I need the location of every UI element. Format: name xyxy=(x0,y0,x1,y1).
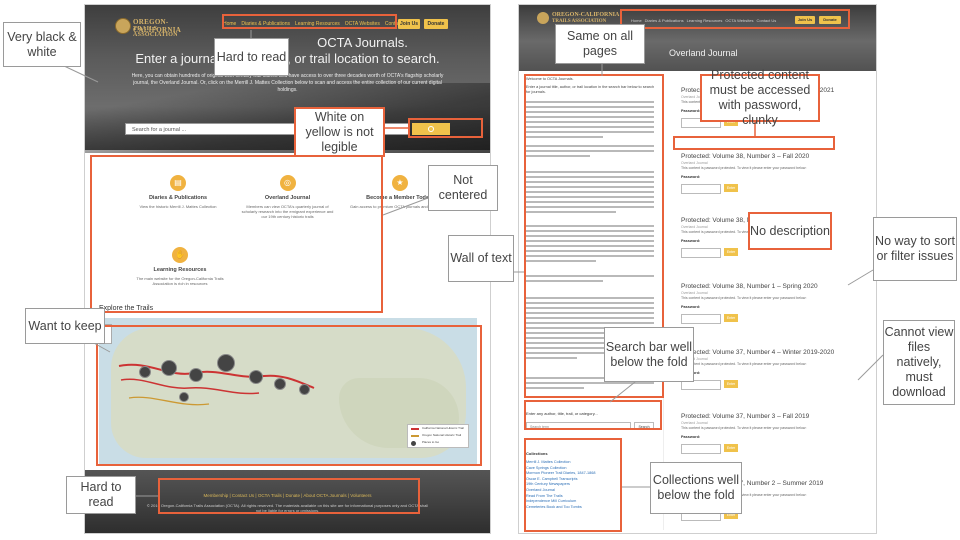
note-same-all-pages: Same on all pages xyxy=(555,24,645,64)
note-collections-below-fold: Collections well below the fold xyxy=(650,462,742,514)
password-field[interactable] xyxy=(681,313,721,324)
issue-entry: Protected: Volume 37, Number 3 – Fall 20… xyxy=(681,413,871,457)
issue-entry: Protected: Volume 38, Number 3 – Fall 20… xyxy=(681,153,871,197)
note-no-sort-filter: No way to sort or filter issues xyxy=(873,217,957,281)
password-field[interactable] xyxy=(681,247,721,258)
note-no-description: No description xyxy=(748,212,832,250)
issue-title[interactable]: Protected: Volume 37, Number 3 – Fall 20… xyxy=(681,413,871,420)
star-icon: ★ xyxy=(392,175,408,191)
seal-icon xyxy=(537,12,549,24)
note-white-on-yellow: White on yellow is not legible xyxy=(294,107,385,157)
issue-entry: Protected: Volume 37, Number 4 – Winter … xyxy=(681,349,871,393)
hero-description: Here, you can obtain hundreds of origina… xyxy=(131,73,444,93)
highlight-search-bar xyxy=(524,400,662,430)
highlight-nav xyxy=(222,14,397,29)
note-hard-to-read-footer: Hard to read xyxy=(66,476,136,514)
enter-button[interactable]: Enter xyxy=(724,183,738,192)
issue-entry: Protected: Volume 38, Number 1 – Spring … xyxy=(681,283,871,327)
issue-title[interactable]: Protected: Volume 38, Number 1 – Spring … xyxy=(681,283,871,290)
enter-button[interactable]: Enter xyxy=(724,247,738,256)
page-title: Overland Journal xyxy=(669,48,738,58)
issue-title[interactable]: Protected: Volume 38, Number 3 – Fall 20… xyxy=(681,153,871,160)
note-hard-to-read-nav: Hard to read xyxy=(214,38,289,76)
enter-button[interactable]: Enter xyxy=(724,313,738,322)
note-wall-of-text: Wall of text xyxy=(448,235,514,282)
password-field[interactable] xyxy=(681,443,721,454)
issue-title[interactable]: Protected: Volume 37, Number 4 – Winter … xyxy=(681,349,871,356)
note-cannot-view-files: Cannot view files natively, must downloa… xyxy=(883,320,955,405)
highlight-search-button xyxy=(408,118,483,138)
highlight-protected-title xyxy=(673,136,835,150)
highlight-right-nav xyxy=(620,9,850,29)
note-not-centered: Not centered xyxy=(428,165,498,211)
highlight-collections xyxy=(524,438,622,532)
note-search-below-fold: Search bar well below the fold xyxy=(604,327,694,382)
donate-button[interactable]: Donate xyxy=(424,19,448,29)
note-want-to-keep: Want to keep xyxy=(25,308,105,344)
octa-logo[interactable]: OREGON-CALIFORNIA TRAILS ASSOCIATION xyxy=(115,18,199,38)
note-very-black-white: Very black & white xyxy=(3,22,81,67)
highlight-cards xyxy=(90,155,383,313)
highlight-map xyxy=(96,325,482,466)
highlight-footer xyxy=(158,478,420,514)
password-field[interactable] xyxy=(681,183,721,194)
seal-icon xyxy=(115,18,131,34)
note-protected-content: Protected content must be accessed with … xyxy=(700,68,820,127)
enter-button[interactable]: Enter xyxy=(724,443,738,452)
enter-button[interactable]: Enter xyxy=(724,379,738,388)
join-us-button[interactable]: Join Us xyxy=(398,19,420,29)
